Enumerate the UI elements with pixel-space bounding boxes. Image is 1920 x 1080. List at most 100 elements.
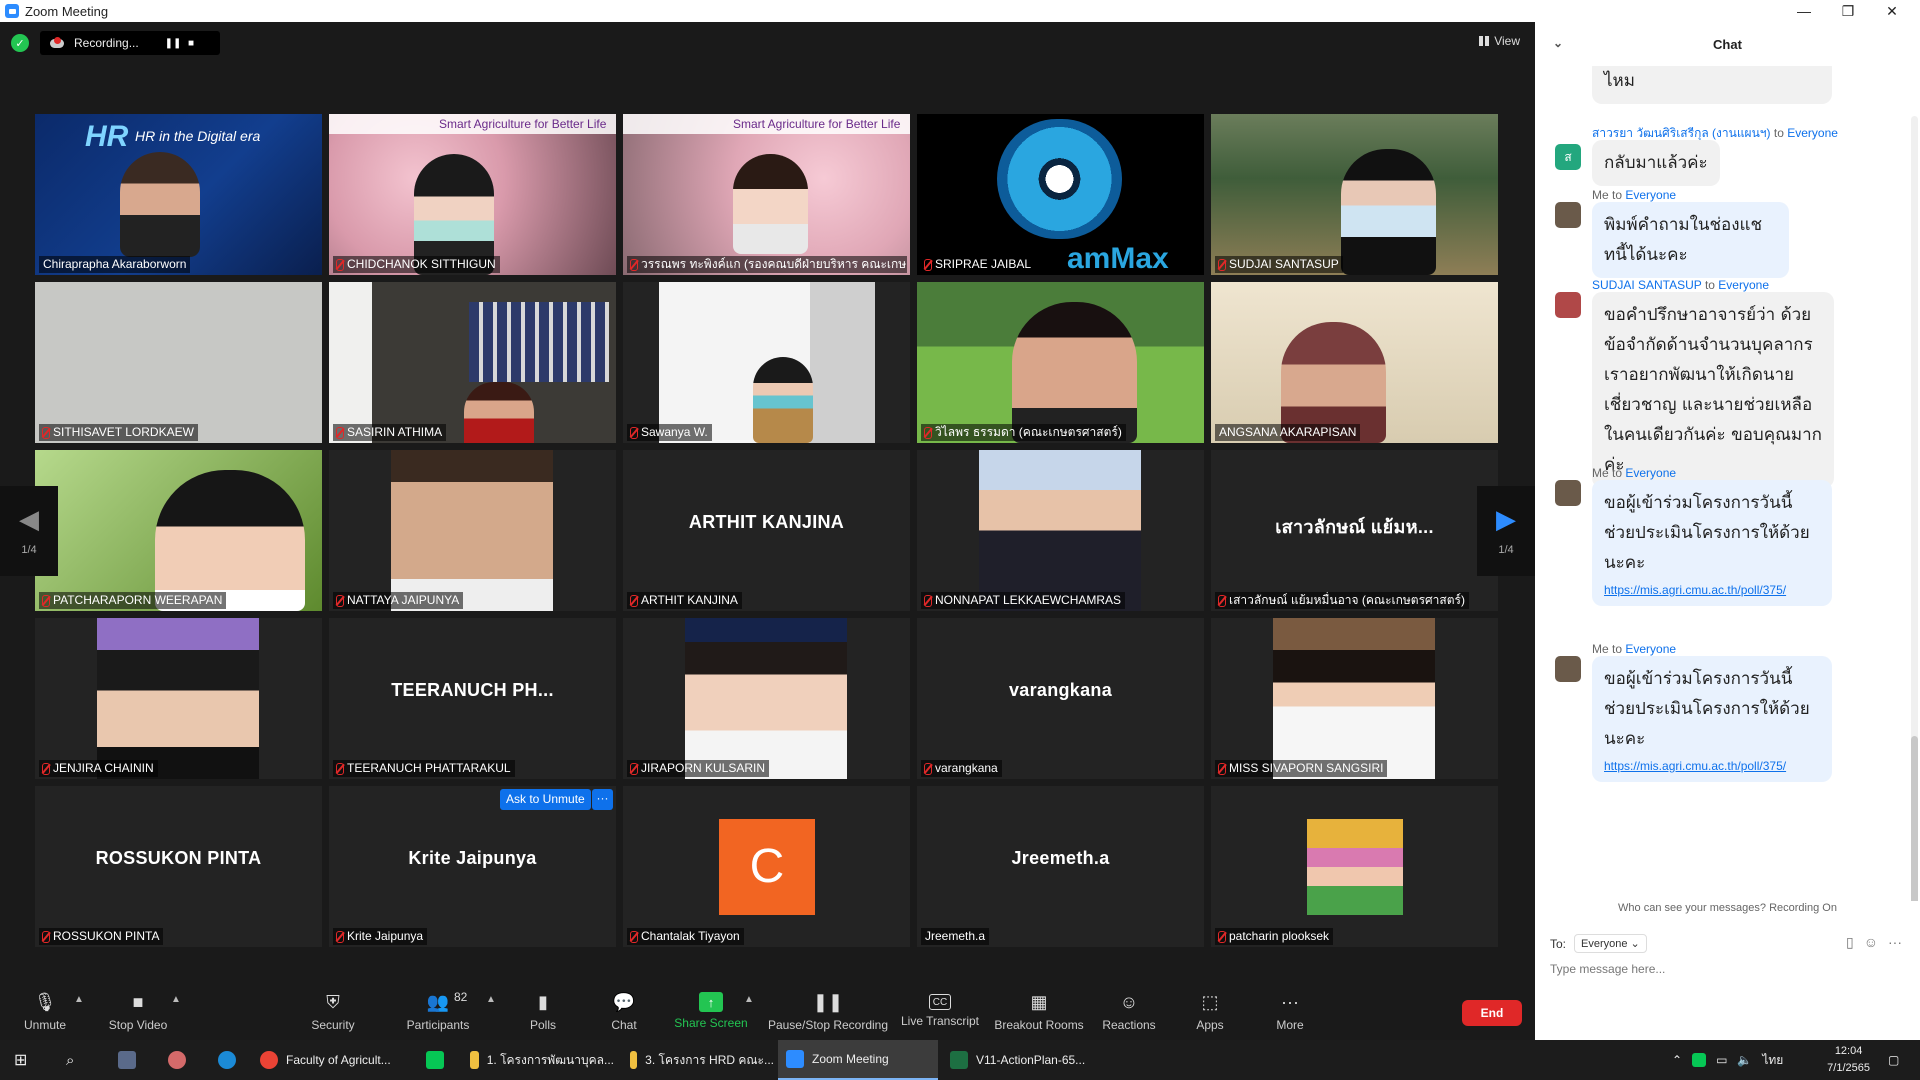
taskbar-item[interactable]: 1. โครงการพัฒนาบุคล...	[462, 1040, 614, 1080]
video-tile[interactable]: วิไลพร ธรรมดา (คณะเกษตรศาสตร์)	[917, 282, 1204, 443]
audio-options-caret-icon[interactable]: ▲	[74, 994, 84, 1005]
language-indicator[interactable]: ไทย	[1762, 1051, 1783, 1070]
unmute-button[interactable]: 🎙 Unmute	[20, 980, 70, 1042]
chat-label: Chat	[611, 1018, 637, 1032]
apps-button[interactable]: ⬚ Apps	[1193, 980, 1227, 1042]
chat-more-icon[interactable]: ···	[1888, 934, 1902, 951]
minimize-button[interactable]: —	[1782, 0, 1826, 22]
share-screen-button[interactable]: ↑ Share Screen	[672, 980, 750, 1042]
participants-options-caret-icon[interactable]: ▲	[486, 994, 496, 1005]
network-icon[interactable]: ▭	[1716, 1053, 1727, 1067]
ask-to-unmute-button[interactable]: Ask to Unmute	[500, 789, 591, 810]
chat-scrollbar[interactable]	[1911, 116, 1918, 901]
live-transcript-button[interactable]: CC Live Transcript	[900, 980, 980, 1042]
share-options-caret-icon[interactable]: ▲	[744, 994, 754, 1005]
video-tile[interactable]: เสาวลักษณ์ แย้มห... เสาวลักษณ์ แย้มหมื่น…	[1211, 450, 1498, 611]
close-window-button[interactable]: ✕	[1870, 0, 1914, 22]
tray-up-arrow-icon[interactable]: ⌃	[1672, 1053, 1682, 1067]
tile-more-options-button[interactable]: ···	[592, 789, 613, 810]
file-icon[interactable]: ▯	[1846, 934, 1854, 951]
line-tray-icon[interactable]	[1692, 1053, 1707, 1067]
line-taskbar-icon[interactable]	[418, 1040, 454, 1080]
video-tile[interactable]: amMax SRIPRAE JAIBAL	[917, 114, 1204, 275]
participant-photo	[391, 450, 553, 611]
video-tile[interactable]: ARTHIT KANJINA ARTHIT KANJINA	[623, 450, 910, 611]
to-label: To:	[1550, 936, 1567, 951]
breakout-rooms-button[interactable]: ▦ Breakout Rooms	[993, 980, 1085, 1042]
emoji-icon[interactable]: ☺	[1864, 934, 1878, 951]
video-tile[interactable]: C Chantalak Tiyayon	[623, 786, 910, 947]
start-button[interactable]: ⊞	[6, 1040, 42, 1080]
windows-logo-icon: ⊞	[14, 1052, 28, 1069]
video-tile[interactable]: NATTAYA JAIPUNYA	[329, 450, 616, 611]
collapse-chevron-icon[interactable]: ⌄	[1553, 36, 1563, 50]
next-page-button[interactable]: ▶ 1/4	[1477, 486, 1535, 576]
video-tile-active-speaker[interactable]: ANGSANA AKARAPISAN	[1211, 282, 1498, 443]
edge-taskbar-icon[interactable]	[210, 1040, 246, 1080]
pause-stop-recording-button[interactable]: ❚❚ Pause/Stop Recording	[766, 980, 890, 1042]
recipient-select[interactable]: Everyone ⌄	[1574, 934, 1647, 953]
taskbar-item[interactable]: Faculty of Agricult...	[252, 1040, 404, 1080]
video-tile[interactable]: Krite Jaipunya Krite Jaipunya	[329, 786, 616, 947]
message-text: ขอผู้เข้าร่วมโครงการวันนี้ช่วยประเมินโคร…	[1604, 669, 1810, 749]
chat-messages[interactable]: ไหม สาวรยา วัฒนศิริเสรีกุล (งานแผนฯ) to …	[1535, 66, 1920, 901]
stop-video-label: Stop Video	[108, 1018, 168, 1032]
scrollbar-thumb[interactable]	[1911, 736, 1918, 901]
system-clock[interactable]: 12:04 7/1/2565	[1827, 1043, 1870, 1077]
participant-name: Krite Jaipunya	[333, 928, 428, 945]
participant-display-name: Krite Jaipunya	[408, 848, 537, 868]
taskbar-item[interactable]: V11-ActionPlan-65...	[942, 1040, 1094, 1080]
muted-microphone-icon: 🎙	[33, 991, 57, 1012]
notifications-button[interactable]: ▢	[1880, 1040, 1916, 1080]
volume-icon[interactable]: 🔈	[1737, 1053, 1752, 1067]
video-tile[interactable]: MISS SIVAPORN SANGSIRI	[1211, 618, 1498, 779]
security-button[interactable]: ⛨ Security	[305, 980, 361, 1042]
share-screen-label: Share Screen	[674, 1016, 748, 1030]
calculator-taskbar-icon[interactable]	[110, 1040, 146, 1080]
chat-visibility-note[interactable]: Who can see your messages? Recording On	[1535, 902, 1920, 914]
reactions-button[interactable]: ☺ Reactions	[1102, 980, 1156, 1042]
poll-link[interactable]: https://mis.agri.cmu.ac.th/poll/375/	[1604, 582, 1820, 598]
maximize-button[interactable]: ❐	[1826, 0, 1870, 22]
polls-button[interactable]: ▮ Polls	[521, 980, 565, 1042]
participant-display-name: varangkana	[1008, 680, 1113, 700]
video-tile[interactable]: HR HR in the Digital era Chiraprapha Aka…	[35, 114, 322, 275]
video-tile[interactable]: JENJIRA CHAININ	[35, 618, 322, 779]
video-tile[interactable]: SUDJAI SANTASUP	[1211, 114, 1498, 275]
search-button[interactable]: ⌕	[58, 1040, 94, 1080]
video-tile[interactable]: Smart Agriculture for Better Life CHIDCH…	[329, 114, 616, 275]
video-tile[interactable]: SITHISAVET LORDKAEW	[35, 282, 322, 443]
video-tile[interactable]: TEERANUCH PH... TEERANUCH PHATTARAKUL	[329, 618, 616, 779]
video-tile[interactable]: Smart Agriculture for Better Life วรรณพร…	[623, 114, 910, 275]
video-tile[interactable]: SASIRIN ATHIMA	[329, 282, 616, 443]
taskbar-item[interactable]: 3. โครงการ HRD คณะ...	[622, 1040, 774, 1080]
sender-avatar	[1555, 656, 1581, 682]
chat-message-input[interactable]: Type message here...	[1550, 962, 1665, 976]
more-button[interactable]: ··· More	[1272, 980, 1308, 1042]
video-tile[interactable]: varangkana varangkana	[917, 618, 1204, 779]
clock-time: 12:04	[1834, 1045, 1863, 1057]
video-options-caret-icon[interactable]: ▲	[171, 994, 181, 1005]
sender-avatar	[1555, 480, 1581, 506]
participant-name: SITHISAVET LORDKAEW	[39, 424, 198, 441]
participant-name: ARTHIT KANJINA	[627, 592, 742, 609]
video-tile[interactable]: Jreemeth.a Jreemeth.a	[917, 786, 1204, 947]
previous-page-button[interactable]: ◀ 1/4	[0, 486, 58, 576]
video-tile[interactable]: NONNAPAT LEKKAEWCHAMRAS	[917, 450, 1204, 611]
end-meeting-button[interactable]: End	[1462, 1000, 1522, 1026]
participant-figure	[753, 357, 813, 443]
zoom-icon	[786, 1050, 804, 1068]
video-tile[interactable]: patcharin plooksek	[1211, 786, 1498, 947]
video-tile[interactable]: ROSSUKON PINTA ROSSUKON PINTA	[35, 786, 322, 947]
video-tile[interactable]: Sawanya W.	[623, 282, 910, 443]
poll-link[interactable]: https://mis.agri.cmu.ac.th/poll/375/	[1604, 758, 1820, 774]
paint-taskbar-icon[interactable]	[160, 1040, 196, 1080]
message-sender: SUDJAI SANTASUP to Everyone	[1592, 278, 1769, 292]
participants-button[interactable]: 👥 82 Participants	[405, 980, 471, 1042]
taskbar-item-active[interactable]: Zoom Meeting	[778, 1040, 938, 1080]
chat-button[interactable]: 💬 Chat	[602, 980, 646, 1042]
video-tile[interactable]: JIRAPORN KULSARIN	[623, 618, 910, 779]
notification-icon: ▢	[1888, 1053, 1900, 1067]
stop-video-button[interactable]: ■ Stop Video	[105, 980, 171, 1042]
video-tile[interactable]: PATCHARAPORN WEERAPAN	[35, 450, 322, 611]
